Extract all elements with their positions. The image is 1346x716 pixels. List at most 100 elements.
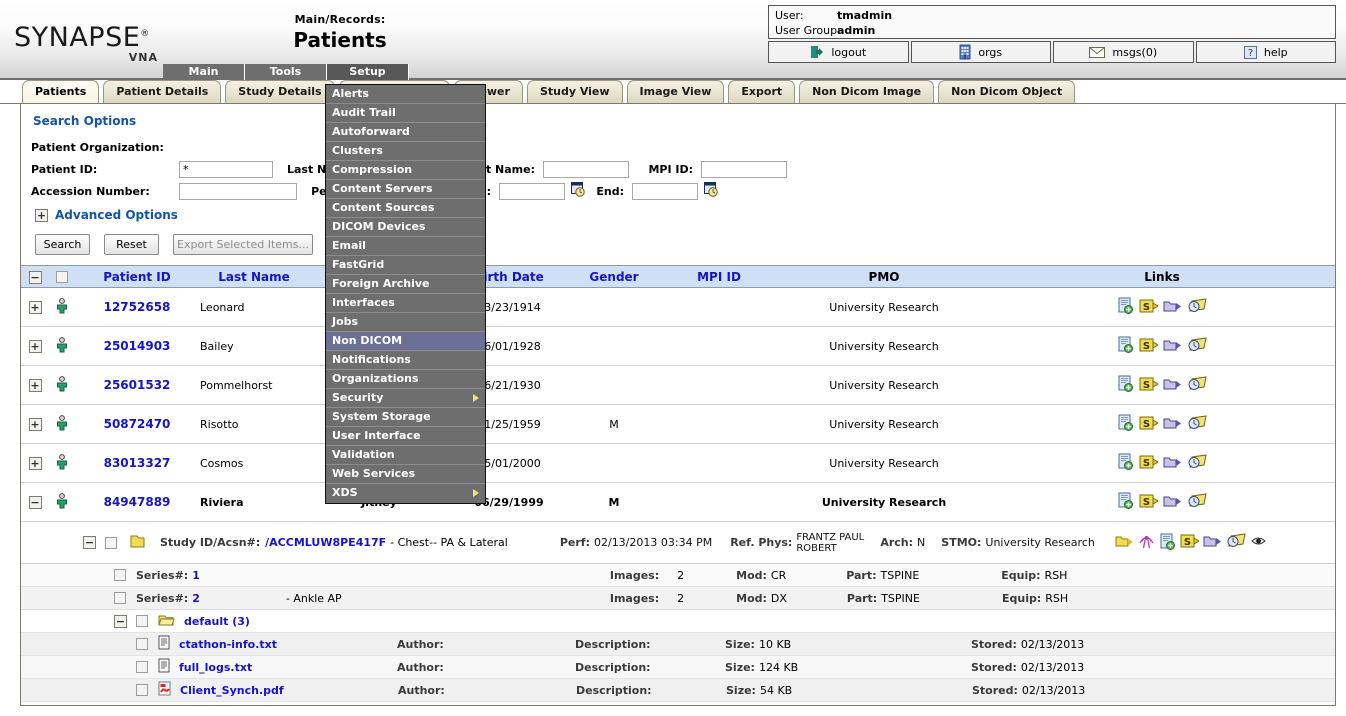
menu-item-content-servers[interactable]: Content Servers	[326, 180, 485, 199]
select-all-checkbox[interactable]	[56, 271, 68, 283]
menu-item-user-interface[interactable]: User Interface	[326, 427, 485, 446]
tab-patient-details[interactable]: Patient Details	[103, 80, 222, 103]
accession-number-input[interactable]	[179, 182, 297, 200]
tab-study-view[interactable]: Study View	[526, 80, 623, 103]
series-row[interactable]: Series#: 1 Images: 2 Mod: CR Part: TSPIN…	[21, 564, 1335, 587]
menu-item-validation[interactable]: Validation	[326, 446, 485, 465]
study-checkbox[interactable]	[105, 536, 117, 549]
row-expand-toggle[interactable]: +	[28, 378, 42, 392]
file-name[interactable]: Client_Synch.pdf	[180, 684, 398, 697]
add-document-icon[interactable]	[1117, 453, 1134, 473]
folder-forward-icon[interactable]	[1163, 337, 1182, 356]
table-row[interactable]: + 25014903 Bailey 06/01/1928 University …	[21, 326, 1335, 366]
menu-item-system-storage[interactable]: System Storage	[326, 408, 485, 427]
folder-forward-icon[interactable]	[1163, 298, 1182, 317]
mpi-id-input[interactable]	[701, 160, 787, 178]
menu-item-interfaces[interactable]: Interfaces	[326, 294, 485, 313]
menu-item-notifications[interactable]: Notifications	[326, 351, 485, 370]
row-expand-toggle[interactable]: +	[28, 417, 42, 431]
patient-id-link[interactable]: 83013327	[104, 456, 171, 470]
series-number[interactable]: 1	[192, 569, 200, 582]
study-row[interactable]: − Study ID/Acsn#: /ACCMLUW8PE417F - Ches…	[21, 522, 1335, 564]
add-document-icon[interactable]	[1117, 414, 1134, 434]
search-button[interactable]: Search	[35, 234, 90, 255]
nav-item-tools[interactable]: Tools	[245, 64, 327, 81]
row-patient-id[interactable]: 83013327	[75, 443, 199, 483]
export-selected-items-button[interactable]: Export Selected Items...	[173, 234, 313, 255]
broadcast-icon[interactable]	[1138, 533, 1155, 552]
table-row[interactable]: + 83013327 Cosmos 05/01/2000 University …	[21, 443, 1335, 483]
patient-id-input[interactable]	[179, 160, 273, 178]
study-forward-icon[interactable]: S	[1139, 415, 1159, 434]
menu-item-organizations[interactable]: Organizations	[326, 370, 485, 389]
folder-checkbox[interactable]	[136, 615, 148, 627]
header-gender[interactable]: Gender	[569, 265, 659, 288]
folder-row[interactable]: − default (3)	[21, 610, 1335, 633]
menu-item-compression[interactable]: Compression	[326, 161, 485, 180]
tab-non-dicom-object[interactable]: Non Dicom Object	[938, 80, 1076, 103]
patient-id-link[interactable]: 25014903	[104, 339, 171, 353]
folder-collapse-toggle[interactable]: −	[114, 614, 127, 628]
menu-item-fastgrid[interactable]: FastGrid	[326, 256, 485, 275]
menu-item-xds[interactable]: XDS	[326, 484, 485, 503]
table-row[interactable]: − 84947889 Riviera Jitney 06/29/1999 M U…	[21, 482, 1335, 522]
row-expand-toggle[interactable]: +	[28, 339, 42, 353]
menu-item-email[interactable]: Email	[326, 237, 485, 256]
add-document-icon[interactable]	[1117, 336, 1134, 356]
file-name[interactable]: full_logs.txt	[179, 661, 397, 674]
file-row[interactable]: full_logs.txt Author: Description: Size:…	[21, 656, 1335, 679]
row-patient-id[interactable]: 25601532	[75, 365, 199, 405]
history-icon[interactable]	[1187, 453, 1208, 473]
logout-button[interactable]: logout	[768, 41, 909, 63]
patient-id-link[interactable]: 12752658	[104, 300, 171, 314]
table-row[interactable]: + 12752658 Leonard 03/23/1914 University…	[21, 287, 1335, 327]
file-name[interactable]: ctathon-info.txt	[179, 638, 397, 651]
series-checkbox[interactable]	[114, 592, 126, 604]
eye-icon[interactable]	[1251, 535, 1266, 550]
orgs-button[interactable]: orgs	[910, 41, 1051, 63]
folder-name[interactable]: default (3)	[184, 615, 250, 628]
history-icon[interactable]	[1187, 492, 1208, 512]
history-icon[interactable]	[1226, 533, 1247, 552]
end-date-input[interactable]	[632, 182, 698, 200]
header-mpi-id[interactable]: MPI ID	[659, 265, 779, 288]
folder-forward-icon[interactable]	[1163, 376, 1182, 395]
file-checkbox[interactable]	[136, 638, 148, 650]
folder-forward-icon[interactable]	[1163, 454, 1182, 473]
nav-item-setup[interactable]: Setup	[327, 64, 409, 81]
study-forward-icon[interactable]: S	[1139, 376, 1159, 395]
tab-patients[interactable]: Patients	[22, 80, 100, 103]
menu-item-autoforward[interactable]: Autoforward	[326, 123, 485, 142]
first-name-input[interactable]	[543, 160, 629, 178]
study-accession-link[interactable]: /ACCMLUW8PE417F	[265, 536, 386, 549]
tab-export[interactable]: Export	[728, 80, 796, 103]
folder-forward-icon[interactable]	[1115, 534, 1134, 552]
menu-item-non-dicom[interactable]: Non DICOM	[326, 332, 485, 351]
add-document-icon[interactable]	[1159, 533, 1176, 553]
study-forward-icon[interactable]: S	[1139, 298, 1159, 317]
study-forward-icon[interactable]: S	[1180, 533, 1200, 552]
nav-item-main[interactable]: Main	[163, 64, 245, 81]
row-patient-id[interactable]: 12752658	[75, 287, 199, 327]
help-button[interactable]: ? help	[1195, 41, 1336, 63]
begin-calendar-icon[interactable]	[565, 182, 592, 200]
series-number[interactable]: 2	[192, 592, 200, 605]
tab-study-details[interactable]: Study Details	[225, 80, 335, 103]
patient-id-link[interactable]: 50872470	[104, 417, 171, 431]
purple-folder-forward-icon[interactable]	[1203, 533, 1222, 552]
series-row[interactable]: Series#: 2 - Ankle AP Images: 2 Mod: DX …	[21, 587, 1335, 610]
menu-item-alerts[interactable]: Alerts	[326, 85, 485, 104]
header-last-name[interactable]: Last Name	[199, 265, 309, 288]
history-icon[interactable]	[1187, 297, 1208, 317]
add-document-icon[interactable]	[1117, 297, 1134, 317]
menu-item-security[interactable]: Security	[326, 389, 485, 408]
history-icon[interactable]	[1187, 414, 1208, 434]
patient-id-link[interactable]: 25601532	[104, 378, 171, 392]
menu-item-content-sources[interactable]: Content Sources	[326, 199, 485, 218]
menu-item-web-services[interactable]: Web Services	[326, 465, 485, 484]
study-forward-icon[interactable]: S	[1139, 337, 1159, 356]
folder-forward-icon[interactable]	[1163, 493, 1182, 512]
menu-item-clusters[interactable]: Clusters	[326, 142, 485, 161]
advanced-options-label[interactable]: Advanced Options	[55, 208, 178, 222]
tab-non-dicom-image[interactable]: Non Dicom Image	[799, 80, 935, 103]
